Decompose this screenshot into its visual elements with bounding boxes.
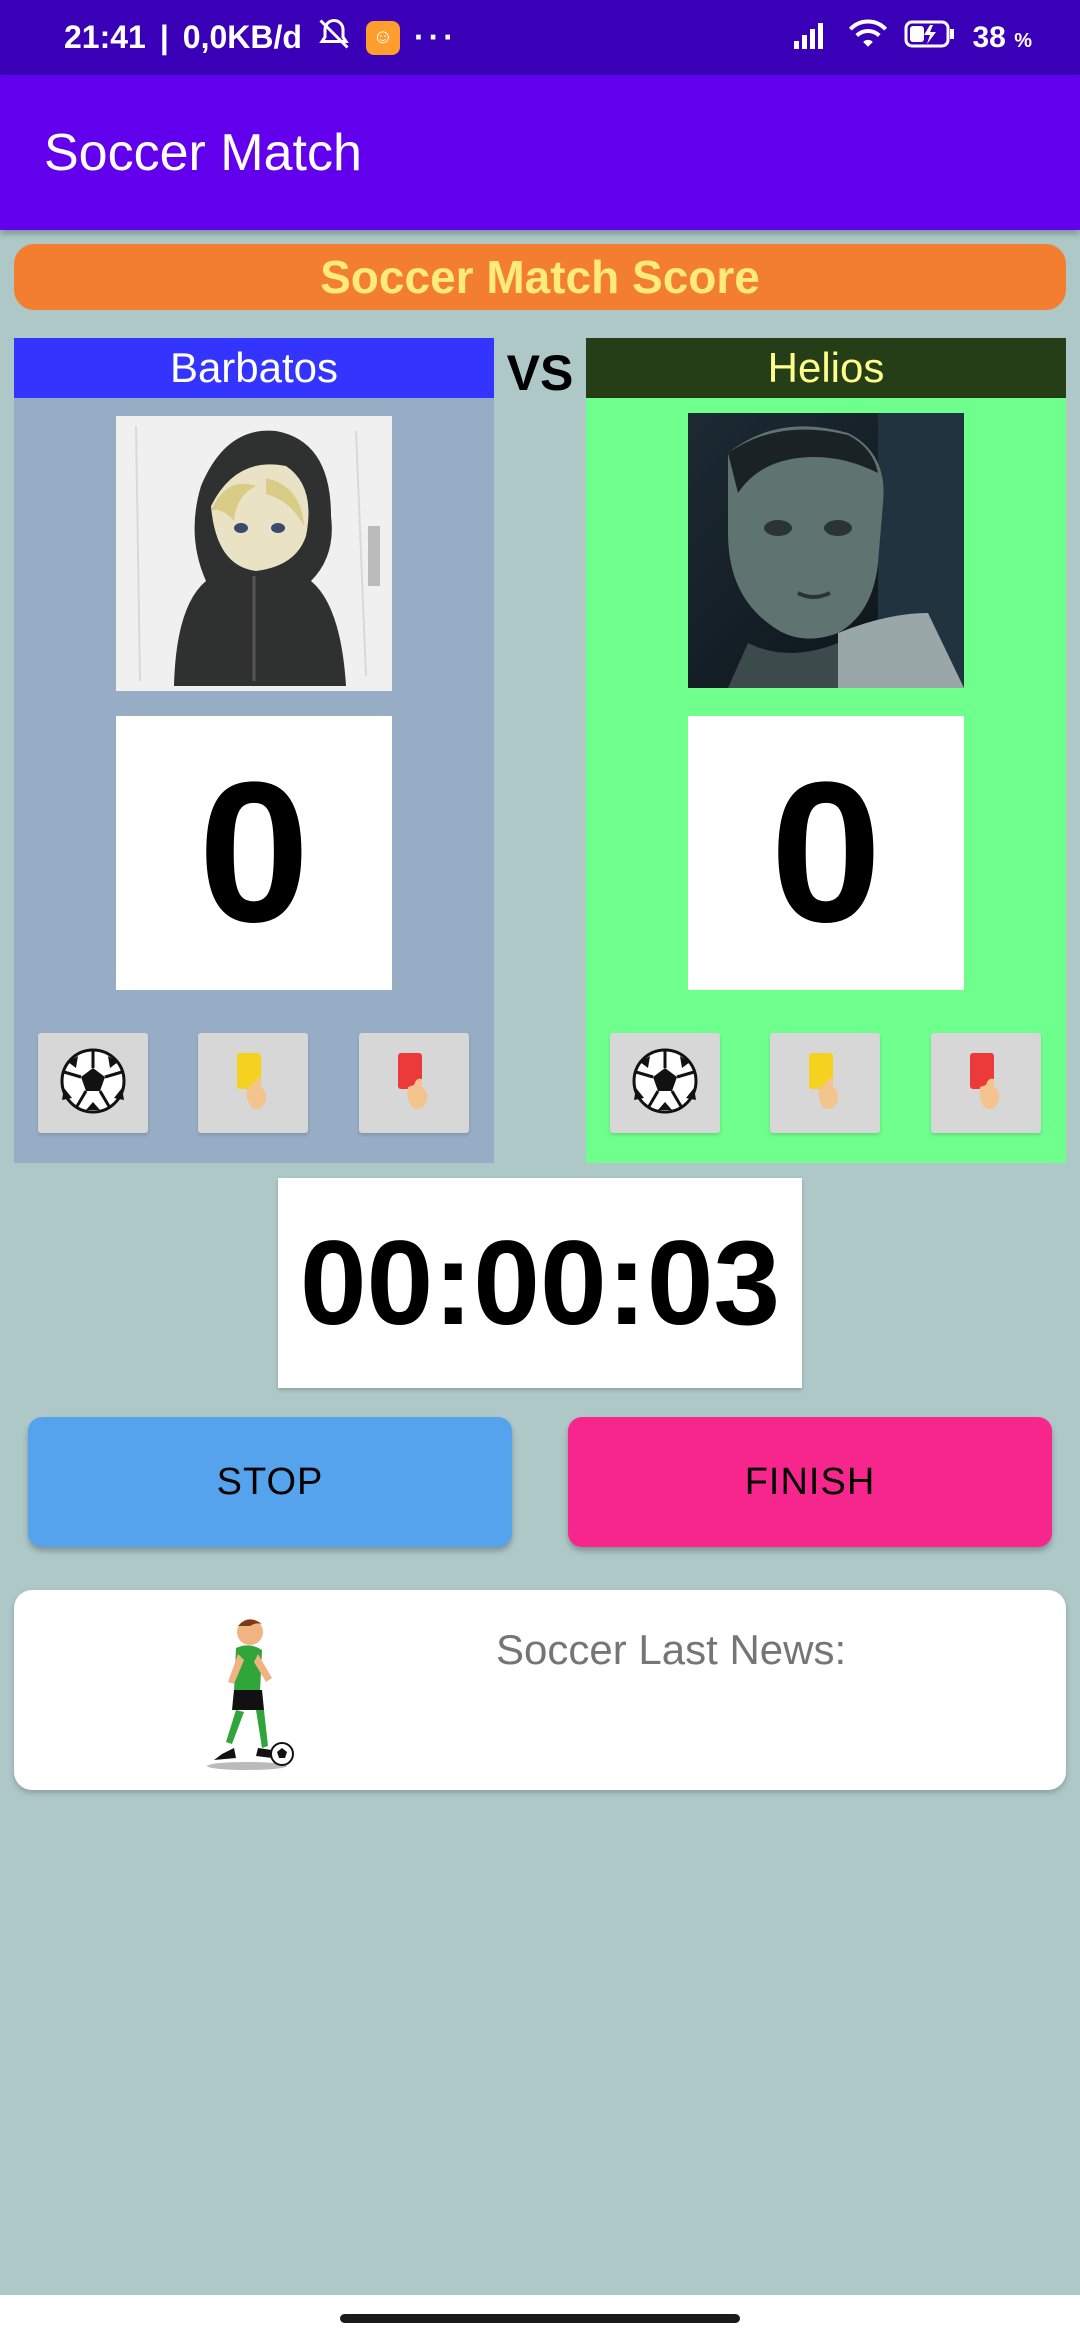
yellow-card-icon — [231, 1049, 275, 1118]
battery-percent: 38 — [972, 20, 1006, 54]
news-label: Soccer Last News: — [496, 1626, 847, 1673]
finish-button[interactable]: FINISH — [568, 1417, 1052, 1547]
mute-alarm-icon — [316, 16, 352, 60]
team-a-red-card-button[interactable] — [359, 1033, 469, 1133]
status-bar: 21:41 | 0,0KB/d ☺ ··· 38 % — [0, 0, 1080, 75]
team-b-score: 0 — [688, 716, 964, 990]
team-b-panel: Helios 0 — [586, 338, 1066, 1163]
team-a-yellow-card-button[interactable] — [198, 1033, 308, 1133]
battery-charging-icon — [904, 19, 956, 57]
app-bar: Soccer Match — [0, 75, 1080, 230]
team-a-score: 0 — [116, 716, 392, 990]
team-a-name: Barbatos — [14, 338, 494, 398]
soccer-ball-icon — [60, 1048, 126, 1119]
team-b-goal-button[interactable] — [610, 1033, 720, 1133]
yellow-card-icon — [803, 1049, 847, 1118]
stop-button[interactable]: STOP — [28, 1417, 512, 1547]
hooded-anime-character-avatar — [116, 416, 392, 691]
soccer-ball-icon — [632, 1048, 698, 1119]
status-time: 21:41 — [64, 19, 146, 55]
team-b-name: Helios — [586, 338, 1066, 398]
signal-icon — [792, 19, 832, 57]
team-a-panel: Barbatos 0 — [14, 338, 494, 1163]
more-dots-icon: ··· — [413, 19, 458, 55]
news-card: Soccer Last News: — [14, 1590, 1066, 1790]
app-title: Soccer Match — [44, 123, 362, 182]
team-b-red-card-button[interactable] — [931, 1033, 1041, 1133]
home-gesture-handle[interactable] — [340, 2314, 740, 2323]
wifi-icon — [848, 18, 888, 58]
red-card-icon — [392, 1049, 436, 1118]
score-banner: Soccer Match Score — [14, 244, 1066, 310]
network-speed: 0,0KB/d — [182, 19, 302, 55]
app-notification-icon: ☺ — [365, 20, 400, 55]
red-card-icon — [964, 1049, 1008, 1118]
team-a-goal-button[interactable] — [38, 1033, 148, 1133]
vs-label: VS — [506, 345, 574, 401]
match-timer: 00:00:03 — [278, 1178, 802, 1388]
team-b-yellow-card-button[interactable] — [770, 1033, 880, 1133]
man-portrait-avatar — [688, 413, 964, 688]
soccer-player-icon — [192, 1614, 302, 1774]
